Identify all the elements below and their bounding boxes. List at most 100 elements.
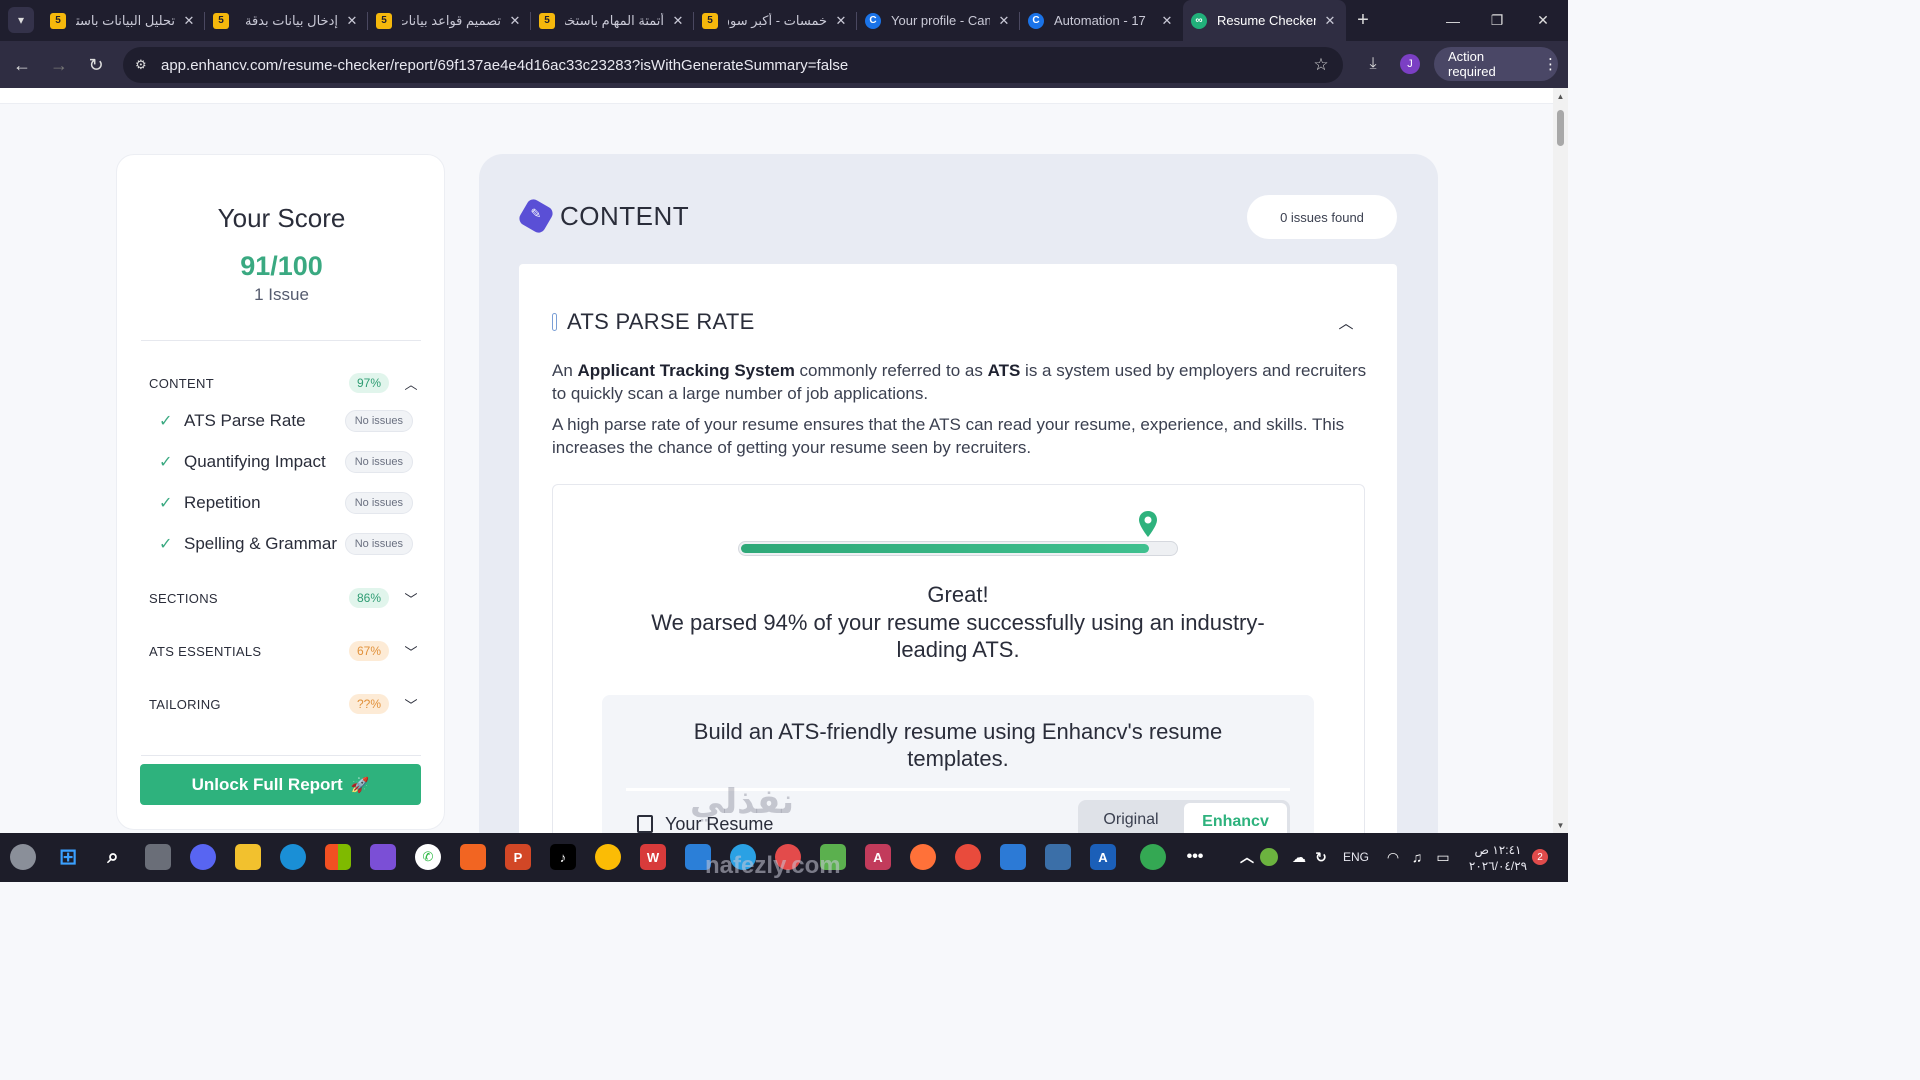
unlock-full-report-button[interactable]: Unlock Full Report 🚀 [140,764,421,805]
file-explorer-icon[interactable] [235,844,261,870]
divider [141,340,421,341]
content-item-spelling-grammar[interactable]: ✓ Spelling & Grammar No issues [159,531,413,557]
tag-icon: ✎ [530,206,542,221]
content-item-ats-parse-rate[interactable]: ✓ ATS Parse Rate No issues [159,408,413,434]
category-name: CONTENT [149,375,214,391]
more-icon[interactable]: ••• [1182,844,1208,870]
battery-icon[interactable]: ▭ [1430,844,1456,870]
site-info-icon[interactable]: ⚙ [135,57,153,73]
browser-tab[interactable]: 5 تحليل البيانات باستخدام ✕ [42,0,205,41]
chevron-down-icon[interactable]: ﹀ [403,589,419,608]
tab-search-button[interactable]: ▾ [8,7,34,33]
url-text[interactable]: app.enhancv.com/resume-checker/report/69… [161,57,1309,74]
close-icon[interactable]: ✕ [670,13,686,29]
firefox-icon[interactable] [910,844,936,870]
chevron-down-icon[interactable]: ﹀ [403,695,419,714]
close-icon[interactable]: ✕ [181,13,197,29]
text-run: commonly referred to as [794,361,988,380]
language-indicator[interactable]: ENG [1343,850,1369,864]
refresh-tray-icon[interactable]: ↻ [1308,844,1334,870]
document-icon [637,815,653,833]
system-clock[interactable]: ١٢:٤١ ص ٢٠٢٦/٠٤/٢٩ [1466,842,1530,874]
ssms-icon[interactable] [1045,844,1071,870]
action-required-button[interactable]: Action required ⋮ [1434,47,1558,81]
scroll-up-icon[interactable]: ▲ [1556,92,1565,101]
weather-icon[interactable] [10,844,36,870]
wps-icon[interactable]: W [640,844,666,870]
chrome-profile-icon[interactable] [955,844,981,870]
scroll-down-icon[interactable]: ▼ [1556,821,1565,830]
category-tailoring[interactable]: TAILORING ??% ﹀ [149,692,419,716]
more-vertical-icon: ⋮ [1543,56,1558,73]
store-icon[interactable] [325,844,351,870]
browser-tab[interactable]: 5 أتمتة المهام باستخدام ✕ [531,0,694,41]
minimize-icon[interactable]: — [1430,0,1476,41]
azure-icon[interactable]: A [1090,844,1116,870]
download-icon[interactable]: ⤓ [1362,55,1384,77]
whatsapp-icon[interactable]: ✆ [415,844,441,870]
chevron-up-icon[interactable]: ︿ [403,374,419,393]
content-item-repetition[interactable]: ✓ Repetition No issues [159,490,413,516]
browser-tab-active[interactable]: ∞ Resume Checker ✕ [1183,0,1346,41]
issues-found-badge: 0 issues found [1247,195,1397,239]
volume-icon[interactable]: ♫ [1404,844,1430,870]
close-window-icon[interactable]: ✕ [1520,0,1566,41]
category-content[interactable]: CONTENT 97% ︿ [149,371,419,395]
chevron-up-icon[interactable]: ︿ [1337,312,1355,333]
edge-icon[interactable] [280,844,306,870]
new-tab-button[interactable]: + [1346,0,1380,41]
chevron-up-icon[interactable]: ︿ [1234,844,1260,870]
tiktok-icon[interactable]: ♪ [550,844,576,870]
wifi-icon[interactable]: ◠ [1380,844,1406,870]
divider [141,755,421,756]
close-icon[interactable]: ✕ [507,13,523,29]
reload-icon[interactable]: ↻ [82,51,110,79]
page-scrollbar[interactable]: ▲ ▼ [1553,88,1568,833]
check-icon: ✓ [159,495,173,512]
tray-app-icon[interactable] [1260,848,1278,866]
browser-tab[interactable]: 5 إدخال بيانات بدقة ✕ [205,0,368,41]
restore-icon[interactable]: ❐ [1474,0,1520,41]
forward-icon[interactable]: → [45,51,73,79]
category-sections[interactable]: SECTIONS 86% ﹀ [149,586,419,610]
notification-count-badge[interactable]: 2 [1532,849,1548,865]
content-item-quantifying-impact[interactable]: ✓ Quantifying Impact No issues [159,449,413,475]
check-icon: ✓ [159,413,173,430]
category-percent-badge: 86% [348,588,389,608]
resume-view-toggle[interactable]: Original Enhancv [1078,800,1290,833]
ats-description: An Applicant Tracking System commonly re… [552,359,1372,405]
vscode-icon[interactable] [1000,844,1026,870]
brave-icon[interactable] [460,844,486,870]
canva-icon: C [865,12,881,29]
discord-icon[interactable] [190,844,216,870]
search-icon[interactable]: ⌕ [100,844,126,870]
start-icon[interactable]: ⊞ [55,844,81,870]
task-view-icon[interactable] [145,844,171,870]
visual-studio-icon[interactable] [370,844,396,870]
bookmark-star-icon[interactable]: ☆ [1309,55,1333,75]
browser-tab[interactable]: C Your profile - Canva ✕ [857,0,1020,41]
close-icon[interactable]: ✕ [996,13,1012,29]
tab-title: تصميم قواعد بيانات [402,12,501,28]
chrome-icon[interactable] [595,844,621,870]
five-icon: 5 [702,12,718,29]
powerpoint-icon[interactable]: P [505,844,531,870]
scrollbar-thumb[interactable] [1557,110,1564,146]
back-icon[interactable]: ← [8,51,36,79]
toggle-original[interactable]: Original [1078,800,1184,833]
browser-tab[interactable]: 5 تصميم قواعد بيانات ✕ [368,0,531,41]
browser-tab[interactable]: 5 خمسات - أكبر سوق ✕ [694,0,857,41]
close-icon[interactable]: ✕ [1159,13,1175,29]
toggle-enhancv[interactable]: Enhancv [1184,803,1287,833]
chrome-active-icon[interactable] [1140,844,1166,870]
access-icon[interactable]: A [865,844,891,870]
category-ats-essentials[interactable]: ATS ESSENTIALS 67% ﹀ [149,639,419,663]
browser-tab[interactable]: C Automation - 17 ✕ [1020,0,1183,41]
status-badge: No issues [344,451,413,473]
close-icon[interactable]: ✕ [833,13,849,29]
close-icon[interactable]: ✕ [1322,13,1338,29]
profile-avatar[interactable]: J [1400,54,1420,74]
close-icon[interactable]: ✕ [344,13,360,29]
address-bar[interactable]: ⚙ app.enhancv.com/resume-checker/report/… [123,47,1343,83]
chevron-down-icon[interactable]: ﹀ [403,642,419,661]
